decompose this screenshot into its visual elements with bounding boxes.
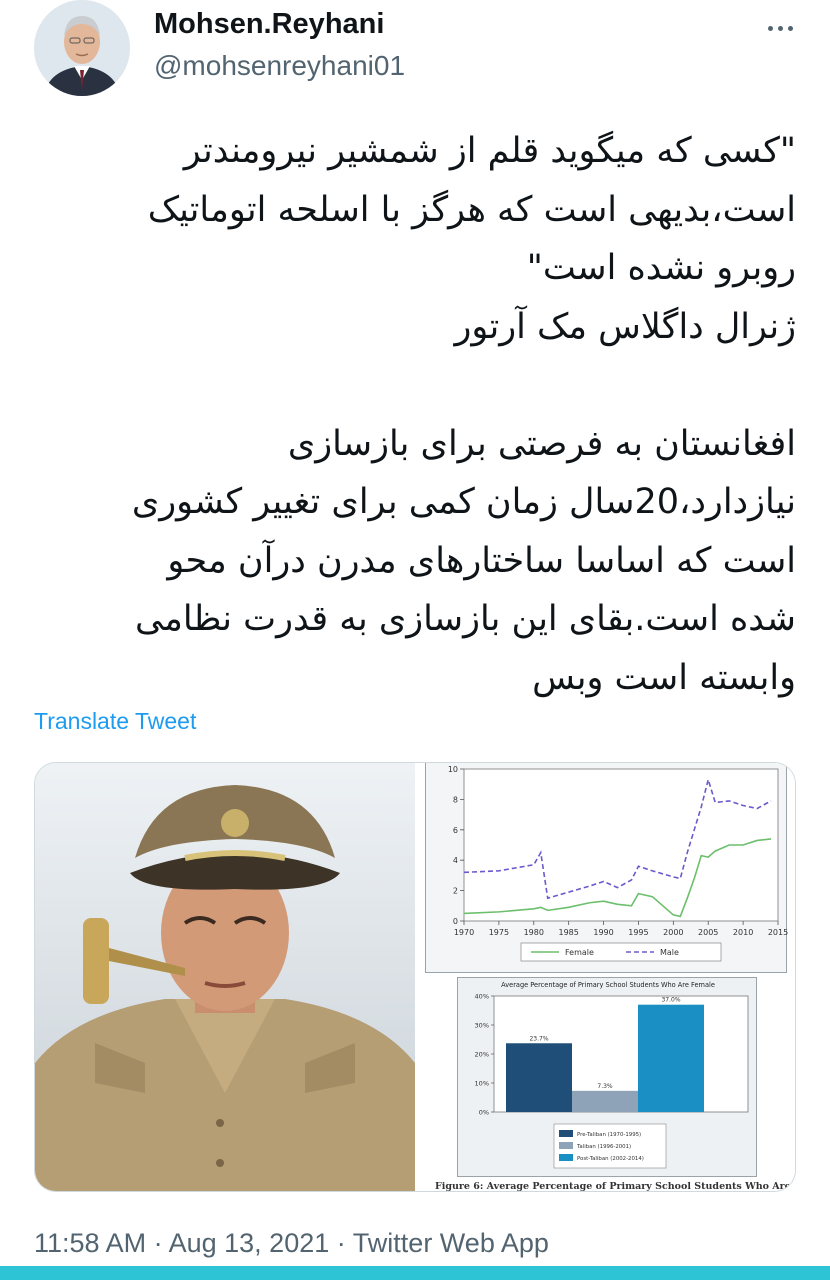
tweet-source[interactable]: Twitter Web App [353, 1228, 549, 1258]
x-tick-label: 2005 [698, 928, 718, 937]
y-tick-label: 0% [479, 1109, 489, 1117]
bar-chart-svg: Average Percentage of Primary School Stu… [475, 981, 749, 1169]
y-tick-label: 30% [475, 1022, 489, 1030]
general-portrait-image [35, 763, 415, 1191]
x-tick-label: 1995 [628, 928, 648, 937]
separator: · [336, 1228, 346, 1258]
y-tick-label: 4 [453, 856, 458, 865]
tweet-text: "کسی که میگوید قلم از شمشیر نیرومندتر اس… [34, 122, 796, 707]
y-tick-label: 6 [453, 826, 458, 835]
y-tick-label: 8 [453, 795, 458, 804]
y-tick-label: 20% [475, 1051, 489, 1059]
bar-1 [572, 1090, 638, 1112]
author-display-name[interactable]: Mohsen.Reyhani [154, 8, 384, 41]
tweet-line: روبرو نشده است" [526, 248, 796, 288]
tweet-media[interactable]: 0 2 4 6 8 10 1970 1975 1980 1985 1990 1995 2000 2005 2… [34, 762, 796, 1192]
bar-value-label: 23.7% [529, 1035, 548, 1042]
legend-label-female: Female [565, 948, 594, 957]
legend-swatch [559, 1142, 573, 1149]
x-tick-label: 2010 [733, 928, 753, 937]
legend-swatch [559, 1130, 573, 1137]
bar-value-label: 37.0% [661, 997, 680, 1004]
figure-caption: Figure 6: Average Percentage of Primary … [435, 1181, 796, 1192]
x-tick-label: 2015 [768, 928, 788, 937]
charts-panel[interactable]: 0 2 4 6 8 10 1970 1975 1980 1985 1990 1995 2000 2005 2… [417, 763, 796, 1192]
separator: · [153, 1228, 163, 1258]
x-tick-label: 1975 [489, 928, 509, 937]
author-avatar[interactable] [34, 0, 130, 96]
tweet-line: است که اساسا ساختارهای مدرن درآن محو [167, 540, 796, 581]
more-options-button[interactable] [760, 10, 800, 40]
y-tick-label: 0 [453, 917, 458, 926]
legend-label: Post-Taliban (2002-2014) [577, 1156, 644, 1162]
enrollment-line-chart: 0 2 4 6 8 10 1970 1975 1980 1985 1990 1995 2000 2005 2… [425, 763, 788, 973]
more-horizontal-icon [765, 16, 795, 35]
x-tick-label: 1970 [454, 928, 474, 937]
tweet-time[interactable]: 11:58 AM [34, 1228, 146, 1258]
x-tick-label: 1985 [558, 928, 578, 937]
tweet-line: شده است.بقای این بازسازی به قدرت نظامی [134, 599, 796, 639]
tweet-line: است،بدیهی است که هرگز با اسلحه اتوماتیک [147, 189, 796, 230]
translate-tweet-link[interactable]: Translate Tweet [34, 708, 196, 735]
legend-label-male: Male [660, 948, 679, 957]
tweet-line: وابسته است وبس [532, 657, 796, 698]
bottom-accent-bar [0, 1266, 830, 1280]
y-tick-label: 10 [448, 765, 458, 774]
tweet-timestamp: 11:58 AM · Aug 13, 2021 · Twitter Web Ap… [34, 1228, 549, 1259]
tweet-line: "کسی که میگوید قلم از شمشیر نیرومندتر [183, 131, 796, 171]
y-tick-label: 10% [475, 1080, 489, 1088]
bar-0 [506, 1043, 572, 1112]
legend-swatch [559, 1154, 573, 1161]
tweet-line: افغانستان به فرصتی برای بازسازی [287, 423, 796, 464]
avatar-image [34, 0, 130, 96]
tweet-line [34, 356, 796, 415]
author-handle[interactable]: @mohsenreyhani01 [154, 50, 405, 82]
y-tick-label: 40% [475, 993, 489, 1001]
tweet-line: ژنرال داگلاس مک آرتور [454, 306, 797, 347]
legend-label: Pre-Taliban (1970-1995) [577, 1132, 641, 1138]
y-tick-label: 2 [453, 887, 458, 896]
media-photo[interactable] [35, 763, 415, 1191]
legend-label: Taliban (1996-2001) [576, 1144, 631, 1150]
x-tick-label: 1980 [524, 928, 544, 937]
tweet-date[interactable]: Aug 13, 2021 [169, 1228, 330, 1258]
line-chart-svg: 0 2 4 6 8 10 1970 1975 1980 1985 1990 1995 2000 2005 2… [448, 765, 788, 962]
female-share-bar-chart: Average Percentage of Primary School Stu… [457, 977, 757, 1177]
bar-value-label: 7.3% [597, 1083, 613, 1090]
x-tick-label: 2000 [663, 928, 683, 937]
chart-title: Average Percentage of Primary School Stu… [501, 981, 715, 989]
bar-2 [638, 1004, 704, 1112]
tweet-line: نیازدارد،20سال زمان کمی برای تغییر کشوری [131, 482, 796, 522]
x-tick-label: 1990 [593, 928, 613, 937]
